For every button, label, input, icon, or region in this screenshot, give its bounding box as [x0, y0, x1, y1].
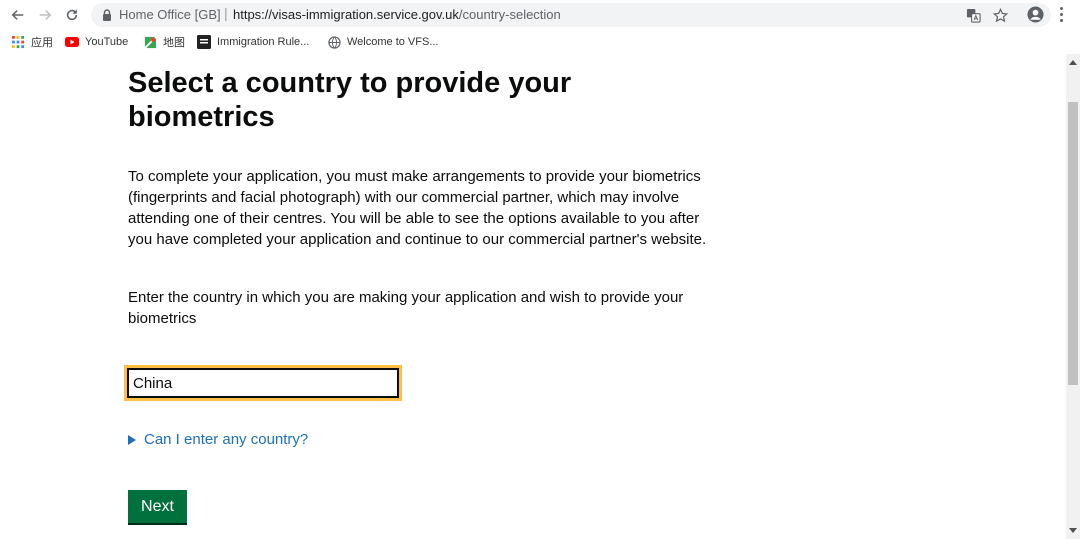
- page-content: Select a country to provide your biometr…: [0, 54, 1066, 539]
- page-scrollbar[interactable]: [1066, 54, 1080, 539]
- page-title: Select a country to provide your biometr…: [128, 67, 572, 133]
- document-icon: [197, 35, 211, 49]
- url-host: https://visas-immigration.service.gov.uk: [233, 7, 459, 22]
- scrollbar-thumb[interactable]: [1068, 102, 1078, 385]
- bookmarks-bar: 应用 YouTube 地图 Immigration Rule... Welcom…: [0, 30, 1080, 54]
- browser-menu-button[interactable]: [1056, 6, 1066, 23]
- details-summary[interactable]: Can I enter any country?: [128, 431, 308, 448]
- reload-icon: [66, 9, 78, 21]
- bookmark-maps[interactable]: 地图: [143, 33, 185, 51]
- bookmark-star-button[interactable]: [992, 7, 1008, 23]
- maps-icon: [143, 35, 157, 49]
- bookmark-apps[interactable]: 应用: [11, 33, 53, 51]
- bookmark-label: Immigration Rule...: [217, 36, 310, 48]
- next-button[interactable]: Next: [128, 490, 187, 523]
- apps-grid-icon: [11, 35, 25, 49]
- bookmark-label: 地图: [163, 37, 185, 49]
- youtube-icon: [65, 35, 79, 49]
- bookmark-immigration-rules[interactable]: Immigration Rule...: [197, 33, 309, 51]
- forward-button[interactable]: [35, 5, 55, 25]
- details-link[interactable]: Can I enter any country?: [144, 431, 308, 448]
- intro-paragraph: To complete your application, you must m…: [128, 168, 707, 248]
- account-icon[interactable]: [1027, 6, 1044, 23]
- back-button[interactable]: [8, 5, 28, 25]
- globe-icon: [327, 35, 341, 49]
- star-icon: [992, 7, 1008, 22]
- reload-button[interactable]: [62, 5, 82, 25]
- bookmark-youtube[interactable]: YouTube: [65, 33, 128, 51]
- country-input[interactable]: [124, 365, 402, 401]
- scroll-down-arrow-icon[interactable]: [1069, 528, 1077, 533]
- bookmark-label: YouTube: [85, 36, 129, 48]
- bookmark-label: Welcome to VFS...: [347, 36, 439, 48]
- arrow-right-icon: [39, 10, 52, 20]
- lock-icon: [103, 9, 111, 21]
- browser-toolbar: Home Office [GB] | https://visas-immigra…: [0, 0, 1080, 30]
- translate-button[interactable]: [965, 7, 981, 23]
- country-instruction: Enter the country in which you are makin…: [128, 289, 684, 327]
- bookmark-vfs[interactable]: Welcome to VFS...: [327, 33, 439, 51]
- arrow-left-icon: [11, 10, 24, 20]
- url-separator: |: [224, 5, 228, 21]
- translate-icon: [966, 8, 981, 23]
- url-path: /country-selection: [458, 7, 561, 22]
- address-bar[interactable]: Home Office [GB] | https://visas-immigra…: [91, 3, 1051, 27]
- bookmark-label: 应用: [31, 37, 53, 49]
- triangle-right-icon: [128, 434, 136, 445]
- site-identity[interactable]: Home Office [GB]: [119, 7, 221, 22]
- url-text[interactable]: https://visas-immigration.service.gov.uk…: [233, 7, 561, 22]
- scroll-up-arrow-icon[interactable]: [1069, 60, 1077, 65]
